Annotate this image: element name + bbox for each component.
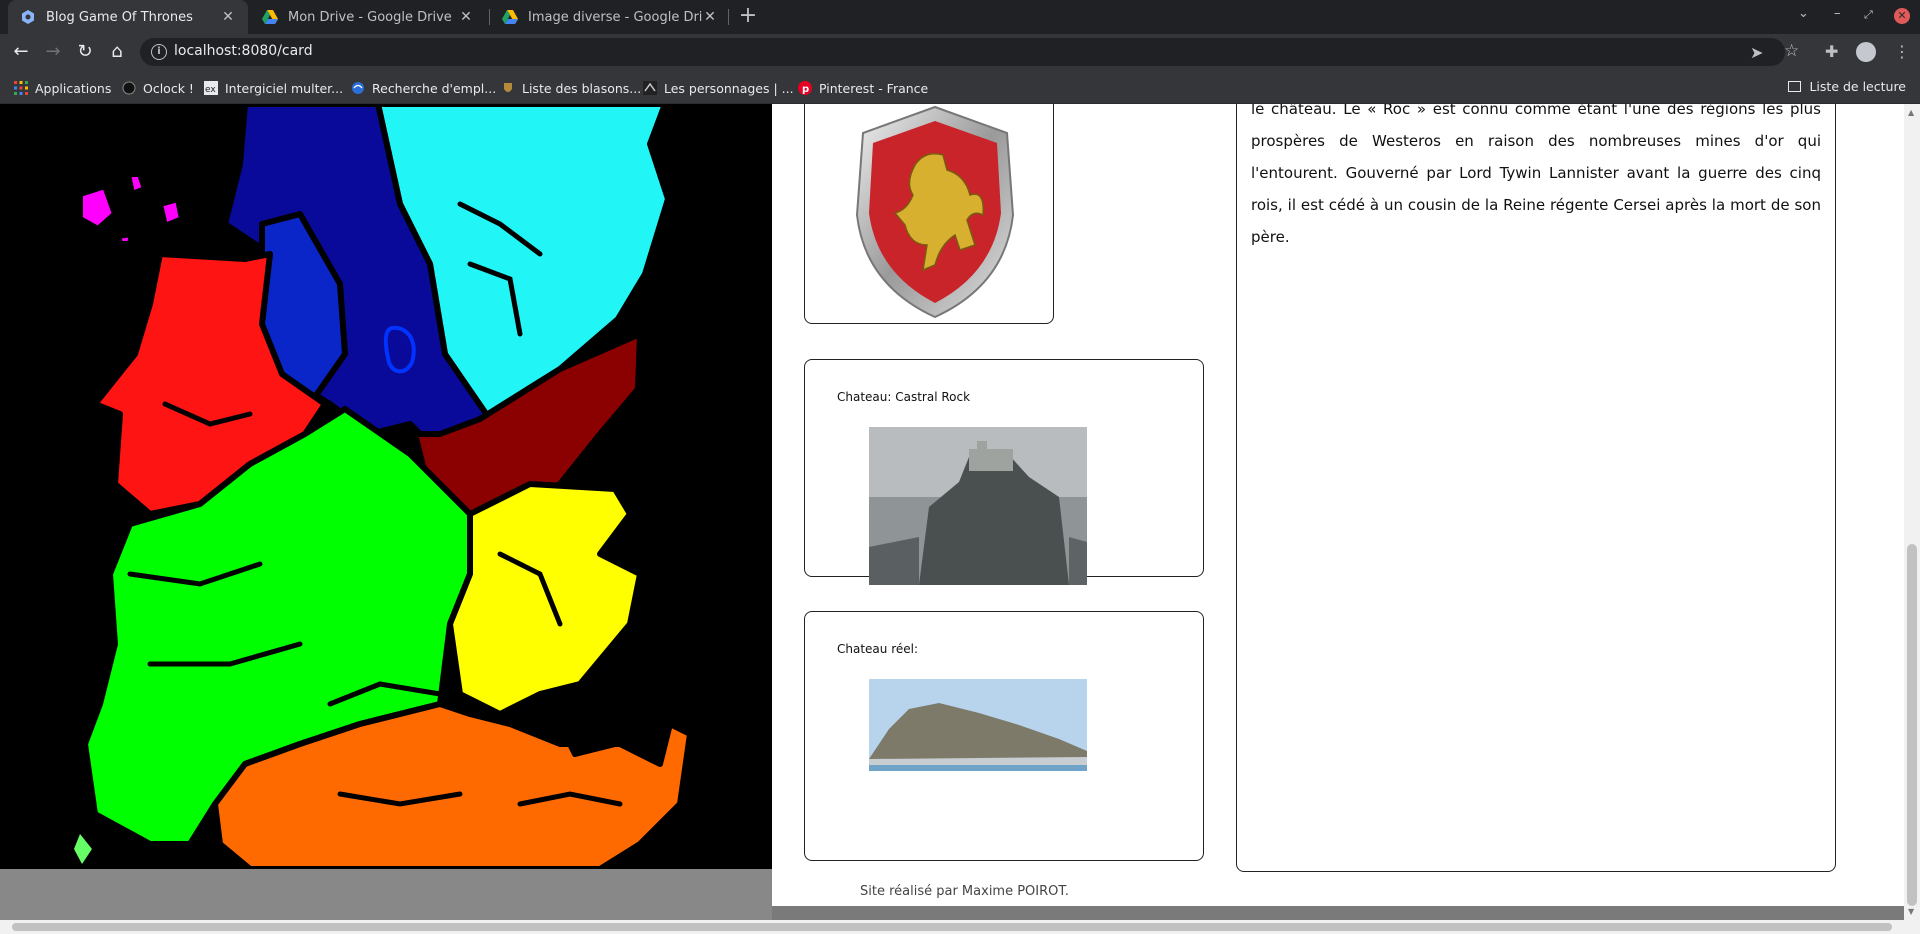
browser-toolbar: ← → ↻ ⌂ i localhost:8080/card ➤ ☆ ✚ ⋮: [0, 34, 1920, 70]
reading-list-label: Liste de lecture: [1809, 79, 1906, 94]
url-text: localhost:8080/card: [174, 43, 313, 59]
tab-mon-drive[interactable]: Mon Drive - Google Drive ✕: [250, 0, 486, 34]
castle-image: [869, 427, 1087, 585]
description-panel: le château. Le « Roc » est connu comme é…: [1236, 104, 1836, 872]
bookmark-personnages[interactable]: Les personnages | ...: [643, 79, 794, 97]
bookmark-label: Recherche d'empl...: [372, 80, 497, 96]
restore-icon[interactable]: ⤢: [1864, 8, 1873, 22]
real-castle-label: Chateau réel:: [837, 642, 919, 656]
reload-button[interactable]: ↻: [73, 40, 97, 64]
bookmark-recherche-emploi[interactable]: Recherche d'empl...: [351, 79, 496, 97]
google-drive-icon: [262, 9, 278, 25]
vertical-scrollbar[interactable]: ▲ ▼: [1904, 104, 1920, 920]
footer-credit: Site réalisé par Maxime POIROT.: [860, 884, 1069, 899]
footer-band: [772, 906, 1904, 920]
bookmark-oclock[interactable]: Oclock !: [122, 79, 194, 97]
forward-button[interactable]: →: [41, 40, 65, 64]
reading-list-icon: [1788, 81, 1802, 92]
bookmark-label: Liste des blasons...: [522, 80, 642, 96]
apps-grid-icon: [14, 81, 28, 95]
bookmark-label: Applications: [35, 80, 112, 96]
svg-text:ex: ex: [205, 85, 216, 95]
tab-title: Mon Drive - Google Drive: [288, 9, 452, 25]
bookmark-liste-blasons[interactable]: Liste des blasons...: [501, 79, 641, 97]
bookmark-label: Oclock !: [143, 80, 194, 96]
lannister-shield-image: [855, 105, 1015, 319]
new-tab-button[interactable]: +: [736, 5, 760, 29]
svg-text:p: p: [802, 84, 809, 95]
tab-image-diverse[interactable]: Image diverse - Google Drive ✕: [490, 0, 730, 34]
description-text: le château. Le « Roc » est connu comme é…: [1251, 104, 1821, 246]
real-castle-card: Chateau réel:: [804, 611, 1204, 861]
scrollbar-thumb[interactable]: [1907, 544, 1917, 906]
site-info-icon[interactable]: i: [151, 44, 167, 60]
bookmark-intergiciel[interactable]: ex Intergiciel multer...: [204, 79, 343, 97]
tab-search-icon[interactable]: ⌄: [1798, 6, 1809, 21]
share-icon[interactable]: ➤: [1750, 43, 1763, 62]
back-button[interactable]: ←: [9, 40, 33, 64]
tab-strip: Blog Game Of Thrones ✕ Mon Drive - Googl…: [0, 0, 1920, 34]
bookmark-applications[interactable]: Applications: [14, 79, 111, 97]
scroll-down-icon[interactable]: ▼: [1908, 907, 1914, 916]
close-icon[interactable]: ✕: [458, 9, 474, 25]
menu-icon[interactable]: ⋮: [1894, 42, 1910, 61]
tab-title: Blog Game Of Thrones: [46, 9, 193, 25]
got-icon: [643, 81, 657, 95]
westeros-map: [0, 104, 772, 869]
bookmark-label: Intergiciel multer...: [225, 80, 344, 96]
bookmark-star-icon[interactable]: ☆: [1784, 41, 1799, 61]
tab-separator: [728, 9, 729, 25]
google-drive-icon: [502, 9, 518, 25]
tab-title: Image diverse - Google Drive: [528, 9, 702, 25]
westeros-map-image: [0, 104, 772, 869]
page-viewport: Chateau: Castral Rock Chateau réel: le c…: [0, 104, 1904, 920]
window-close-button[interactable]: ✕: [1894, 8, 1910, 24]
bookmark-label: Pinterest - France: [819, 80, 929, 96]
app-icon: [20, 9, 36, 25]
sigil-card: [804, 104, 1054, 324]
blason-icon: [501, 81, 515, 95]
ex-icon: ex: [204, 81, 218, 95]
map-footer-band: [0, 869, 772, 920]
horizontal-scrollbar[interactable]: [0, 920, 1920, 934]
castle-label: Chateau: Castral Rock: [837, 390, 971, 404]
bookmark-pinterest[interactable]: p Pinterest - France: [798, 79, 928, 97]
close-icon[interactable]: ✕: [702, 9, 718, 25]
home-button[interactable]: ⌂: [105, 40, 129, 64]
scroll-up-icon[interactable]: ▲: [1908, 108, 1914, 117]
minimize-icon[interactable]: –: [1834, 6, 1841, 21]
bookmarks-bar: Applications Oclock ! ex Intergiciel mul…: [0, 70, 1920, 104]
globe-icon: [351, 81, 365, 95]
scrollbar-thumb[interactable]: [12, 923, 1892, 931]
reading-list-button[interactable]: Liste de lecture: [1788, 79, 1906, 94]
avatar[interactable]: [1856, 42, 1876, 62]
extensions-icon[interactable]: ✚: [1825, 42, 1838, 61]
bookmark-label: Les personnages | ...: [664, 80, 794, 96]
castle-card: Chateau: Castral Rock: [804, 359, 1204, 585]
pinterest-icon: p: [798, 81, 812, 95]
oclock-icon: [122, 81, 136, 95]
address-bar[interactable]: i localhost:8080/card ➤: [140, 38, 1785, 66]
tab-blog-got[interactable]: Blog Game Of Thrones ✕: [8, 0, 248, 34]
gibraltar-image: [869, 679, 1087, 771]
close-icon[interactable]: ✕: [220, 9, 236, 25]
